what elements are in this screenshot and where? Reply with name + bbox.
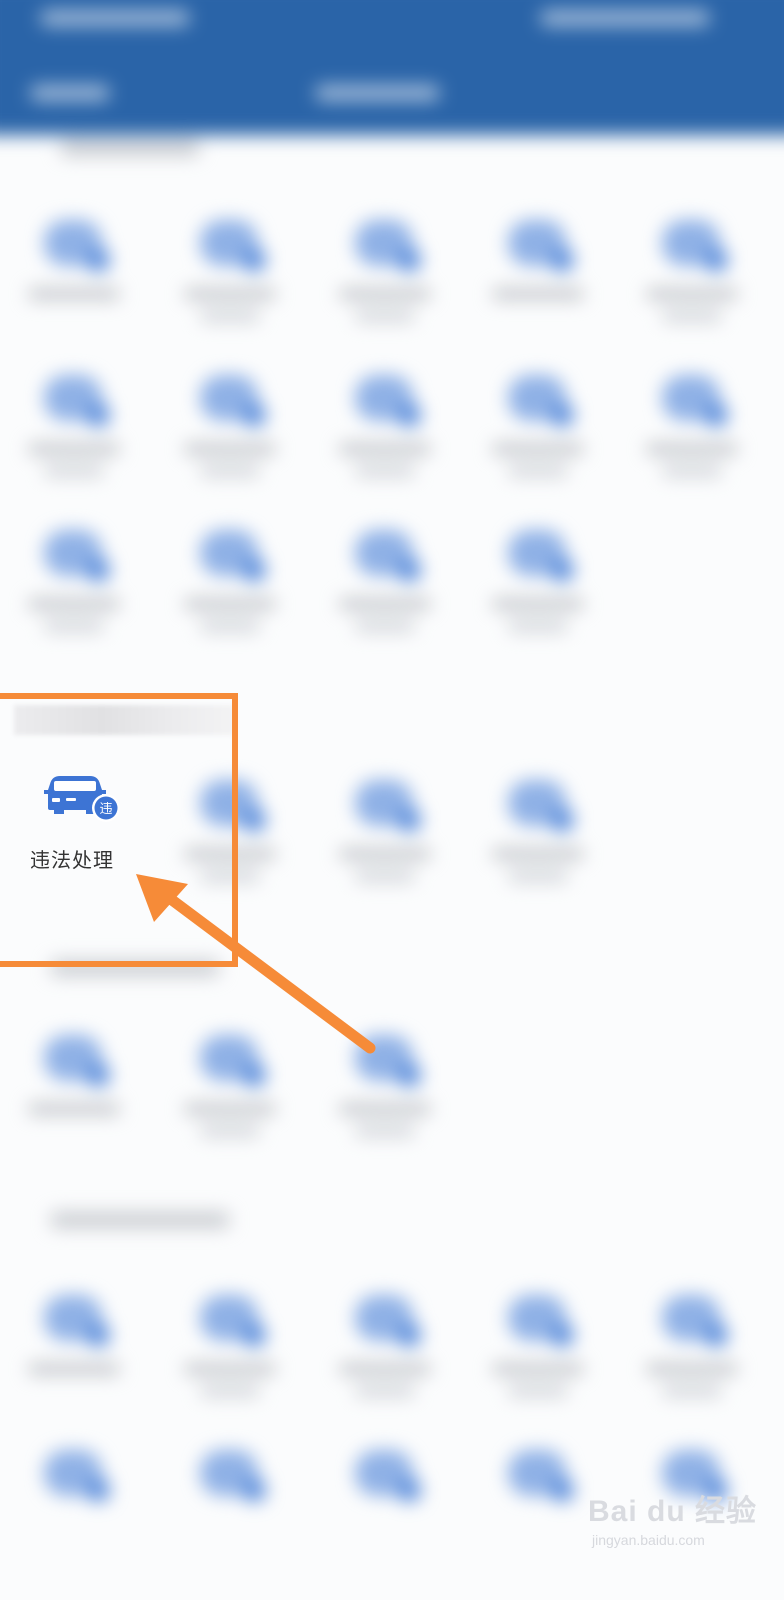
service-tile[interactable]	[14, 355, 134, 485]
service-tile[interactable]	[478, 1430, 598, 1560]
watermark-url: jingyan.baidu.com	[592, 1532, 705, 1548]
service-tile[interactable]	[14, 510, 134, 640]
service-tile[interactable]	[325, 1430, 445, 1560]
service-tile[interactable]	[170, 200, 290, 330]
service-tile[interactable]	[632, 355, 752, 485]
service-tile[interactable]	[170, 1275, 290, 1405]
service-tile[interactable]	[478, 355, 598, 485]
service-tile[interactable]	[14, 1430, 134, 1560]
service-tile[interactable]	[325, 510, 445, 640]
service-tile[interactable]	[632, 200, 752, 330]
tab-placeholder[interactable]	[30, 85, 110, 101]
service-tile[interactable]	[170, 1430, 290, 1560]
service-tile[interactable]	[478, 510, 598, 640]
app-header	[0, 0, 784, 135]
service-tile[interactable]	[478, 1275, 598, 1405]
service-tile[interactable]	[14, 200, 134, 330]
service-tile[interactable]	[478, 200, 598, 330]
service-tile[interactable]	[325, 200, 445, 330]
header-right-placeholder	[540, 10, 710, 26]
service-tile[interactable]	[14, 1015, 134, 1145]
service-tile[interactable]	[632, 1275, 752, 1405]
baidu-jingyan-watermark: Bai du 经验 jingyan.baidu.com	[588, 1482, 778, 1562]
service-tile[interactable]	[170, 355, 290, 485]
header-title-placeholder	[40, 10, 190, 26]
tab-placeholder[interactable]	[315, 85, 440, 101]
section-title-placeholder	[50, 1212, 230, 1228]
pointer-arrow-icon	[136, 874, 376, 1054]
watermark-logo: Bai du 经验	[588, 1495, 758, 1528]
service-tile[interactable]	[14, 1275, 134, 1405]
service-tile[interactable]	[170, 510, 290, 640]
service-tile[interactable]	[478, 760, 598, 890]
section-title-placeholder	[60, 140, 200, 156]
service-tile[interactable]	[325, 355, 445, 485]
service-tile[interactable]	[325, 1275, 445, 1405]
